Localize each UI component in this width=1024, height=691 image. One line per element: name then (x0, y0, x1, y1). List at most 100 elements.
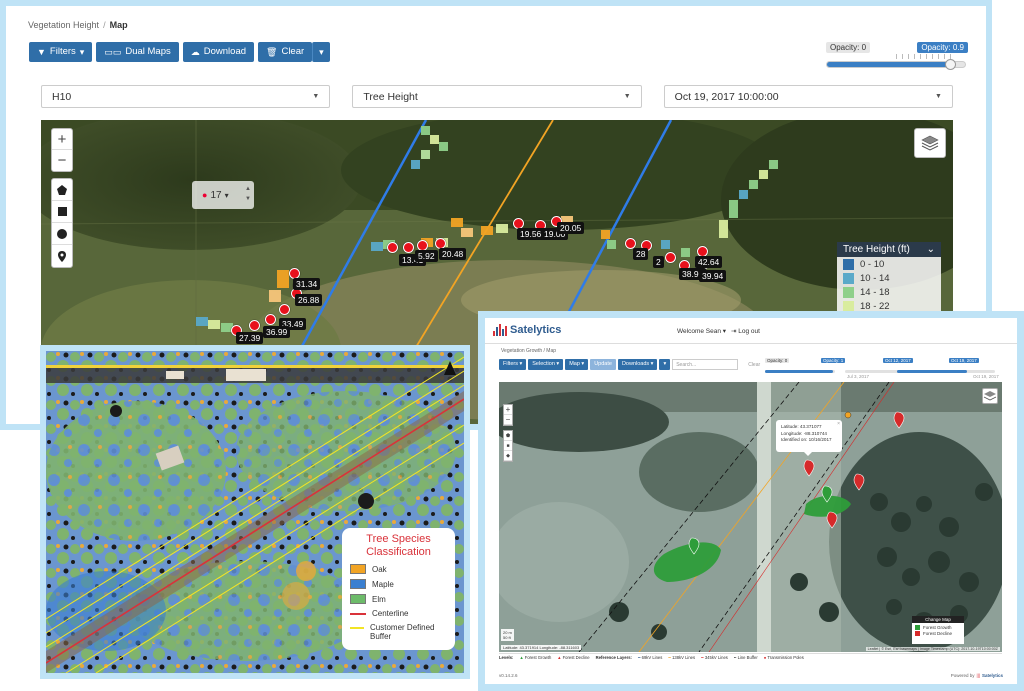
logout-link[interactable]: ⇥ Log out (731, 327, 760, 335)
legend-row: 10 - 14 (837, 271, 941, 285)
draw-marker-tool[interactable] (52, 245, 72, 267)
satelytics-header: Satelytics Welcome Sean ▾ ⇥ Log out (485, 318, 1017, 344)
height-label[interactable]: 5.92 (415, 250, 438, 262)
close-icon[interactable]: × (837, 421, 840, 428)
sat-zoom-out-button[interactable]: − (504, 415, 512, 425)
height-label[interactable]: 42.64 (695, 256, 723, 268)
date-select-value: Oct 19, 2017 10:00:00 (674, 90, 779, 103)
height-label[interactable]: 2 (653, 256, 664, 268)
height-label[interactable]: 26.88 (295, 294, 323, 306)
user-menu[interactable]: Welcome Sean ▾ (677, 327, 726, 335)
height-label[interactable]: 31.34 (293, 278, 321, 290)
sat-selection-button[interactable]: Selection ▾ (528, 359, 564, 370)
change-detection-map[interactable]: + − ⬟ ■ ◆ × Latitude: 43.371077 Longitud… (499, 382, 1002, 652)
satelytics-window: Satelytics Welcome Sean ▾ ⇥ Log out Vege… (478, 311, 1024, 691)
height-marker-dot[interactable] (249, 320, 260, 331)
height-marker-dot[interactable] (265, 314, 276, 325)
clear-button[interactable]: 🗑 Clear (258, 42, 313, 62)
draw-polygon-tool[interactable] (52, 179, 72, 201)
legend-row: 14 - 18 (837, 285, 941, 299)
height-label[interactable]: 20.05 (557, 222, 585, 234)
layers-icon (921, 135, 939, 151)
asset-select[interactable]: H10 ▼ (41, 85, 331, 108)
zoom-out-button[interactable]: − (52, 150, 72, 171)
sat-layers-button[interactable] (982, 388, 998, 404)
height-label[interactable]: 28 (633, 248, 649, 260)
opacity-min-label: Opacity: 0 (826, 42, 871, 53)
filters-label: Filters (49, 46, 76, 57)
sat-draw-rectangle-tool[interactable]: ■ (504, 441, 512, 451)
dual-maps-button[interactable]: ▭▭ Dual Maps (96, 42, 179, 62)
species-legend-row: Oak (350, 564, 447, 574)
sat-zoom-in-button[interactable]: + (504, 405, 512, 415)
powered-by: Powered by ||| Satelytics (951, 673, 1003, 678)
zoom-in-button[interactable]: + (52, 129, 72, 150)
height-marker-dot[interactable] (279, 304, 290, 315)
dual-maps-label: Dual Maps (125, 46, 171, 57)
tree-height-legend: Tree Height (ft) ⌄ 0 - 10 10 - 14 14 - 18 18… (837, 242, 941, 314)
height-marker-dot[interactable] (387, 242, 398, 253)
height-label[interactable]: 20.48 (439, 248, 467, 260)
spinner-arrows-icon[interactable]: ▲ ▼ (245, 184, 251, 204)
opacity-handle[interactable] (945, 59, 957, 70)
map-toolbar: ▼ Filters ▾ ▭▭ Dual Maps ☁ Download 🗑 Clear ▾ (29, 42, 330, 62)
screenshot-collage: Vegetation Height / Map ▼ Filters ▾ ▭▭ Dual M… (0, 0, 1024, 691)
layer-69kv[interactable]: ━ 69kV Lines (638, 655, 662, 660)
legend-label: 18 - 22 (860, 300, 890, 312)
legend-swatch (350, 579, 366, 589)
dashed-line-icon: ╍ (733, 655, 737, 660)
legend-label: 10 - 14 (860, 272, 890, 284)
legend-header[interactable]: Tree Height (ft) ⌄ (837, 242, 941, 257)
sat-draw-polygon-tool[interactable]: ⬟ (504, 431, 512, 441)
layer-select-value: Tree Height (363, 90, 418, 103)
powered-by-label: Powered by (950, 673, 975, 678)
layer-138kv[interactable]: ━ 138kV Lines (668, 655, 695, 660)
layer-select[interactable]: Tree Height ▼ (352, 85, 642, 108)
sat-map-button[interactable]: Map ▾ (565, 359, 589, 370)
sat-search-input[interactable]: Search... (672, 359, 739, 370)
pole-icon: ● (763, 655, 767, 660)
breadcrumb-vegetation-height[interactable]: Vegetation Height (28, 20, 99, 30)
height-label[interactable]: 36.99 (263, 326, 291, 338)
satelytics-logo[interactable]: Satelytics (493, 324, 561, 336)
opacity-slider[interactable]: Opacity: 0 Opacity: 0.9 (826, 42, 968, 76)
sat-date-end: Oct 19, 2017 (973, 374, 999, 379)
sat-date-b: Oct 19, 2017 (949, 358, 979, 363)
clear-dropdown-toggle[interactable]: ▾ (312, 42, 330, 62)
legend-label: 14 - 18 (860, 286, 890, 298)
sat-clear-button[interactable]: Clear (748, 362, 760, 368)
legend-rows: 0 - 10 10 - 14 14 - 18 18 - 22 (837, 257, 941, 313)
filters-button[interactable]: ▼ Filters ▾ (29, 42, 93, 62)
height-marker-dot[interactable] (403, 242, 414, 253)
caret-down-icon: ▼ (623, 93, 631, 100)
sat-date-fill (897, 370, 967, 373)
asset-select-value: H10 (52, 90, 72, 103)
height-label[interactable]: 39.94 (699, 270, 727, 282)
height-marker-dot[interactable] (665, 252, 676, 263)
sat-update-button[interactable]: Update (590, 359, 616, 370)
layers-control-button[interactable] (914, 128, 946, 158)
layer-forest-decline[interactable]: ▲ Forest Decline (557, 655, 589, 660)
layer-transmission-poles[interactable]: ● Transmission Poles (764, 655, 804, 660)
date-select[interactable]: Oct 19, 2017 10:00:00 ▼ (663, 85, 953, 108)
sat-draw-marker-tool[interactable]: ◆ (504, 451, 512, 461)
sat-downloads-caret[interactable]: ▾ (659, 359, 671, 370)
draw-rectangle-tool[interactable] (52, 201, 72, 223)
height-label[interactable]: 27.39 (236, 332, 264, 344)
layer-line-buffer[interactable]: ╍ Line Buffer (734, 655, 758, 660)
sat-downloads-button[interactable]: Downloads ▾ (617, 359, 658, 370)
layer-345kv[interactable]: ━ 345kV Lines (701, 655, 728, 660)
caret-down-icon: ▾ (79, 47, 85, 57)
species-classification-map[interactable]: Tree Species Classification Oak Maple Elm C… (46, 351, 464, 673)
level-selector[interactable]: ● 17 ▾ ▲ ▼ (192, 181, 254, 209)
sat-date-start: Jul 3, 2017 (847, 374, 870, 379)
draw-circle-tool[interactable] (52, 223, 72, 245)
legend-swatch (350, 594, 366, 604)
breadcrumb-map: Map (109, 20, 128, 30)
sat-filters-button[interactable]: Filters ▾ (499, 359, 527, 370)
download-button[interactable]: ☁ Download (182, 42, 255, 62)
opacity-track[interactable] (826, 59, 966, 70)
layer-forest-growth[interactable]: ▲ Forest Growth (519, 655, 551, 660)
legend-swatch (843, 272, 854, 284)
location-popup: × Latitude: 43.371077 Longitude: -88.310… (776, 420, 842, 456)
